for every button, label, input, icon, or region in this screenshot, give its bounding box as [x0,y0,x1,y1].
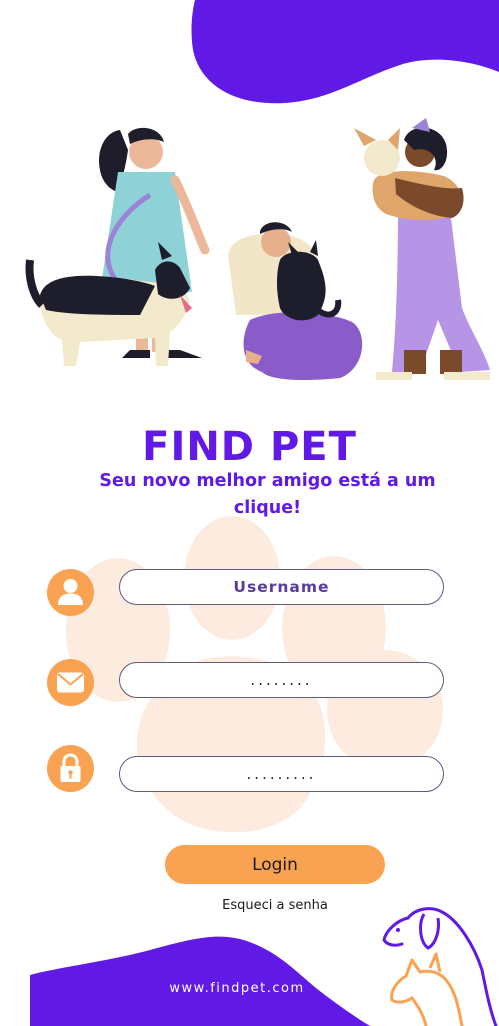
people-with-pets-illustration [25,118,490,380]
username-placeholder: Username [233,578,330,596]
dog-and-cat-outline-icon [382,907,498,1026]
lock-icon [47,745,94,792]
login-button[interactable]: Login [165,845,385,884]
password-value: ......... [246,765,317,783]
app-title: FIND PET [142,424,357,470]
top-decorative-blob [191,0,499,104]
email-value: ........ [250,671,313,689]
email-field[interactable]: ........ [119,662,444,698]
username-field[interactable]: Username [119,569,444,605]
mail-icon [47,659,94,706]
user-icon [47,569,94,616]
login-button-label: Login [252,854,298,875]
password-field[interactable]: ......... [119,756,444,792]
